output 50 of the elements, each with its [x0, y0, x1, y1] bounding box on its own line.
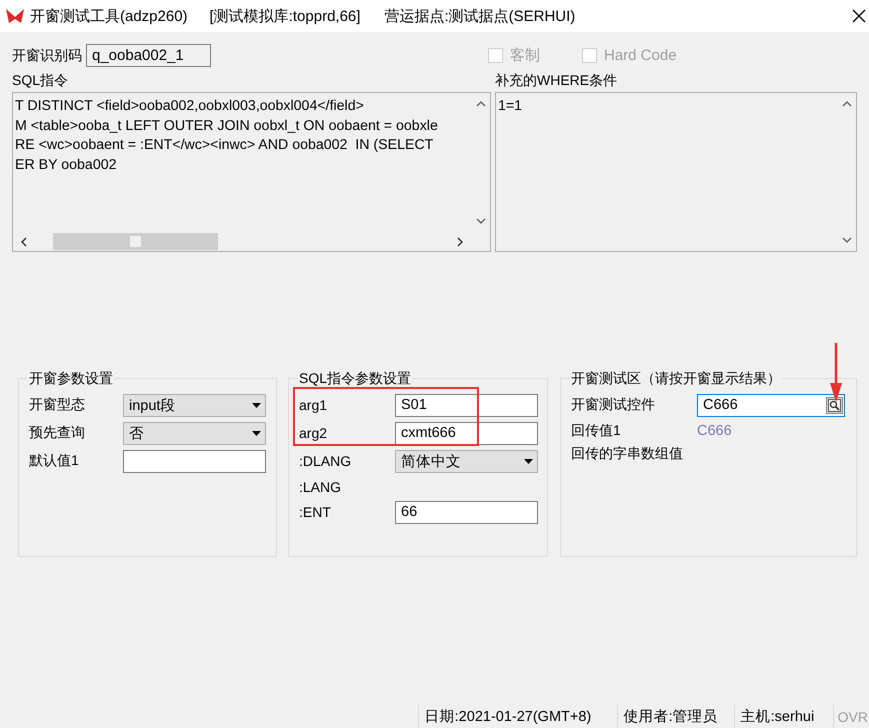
input-field: q_ooba002_1 — [86, 44, 211, 67]
field-label: 开窗识别码 — [12, 46, 82, 64]
sql-text-area[interactable]: T DISTINCT <field>ooba002,oobxl003,oobxl004</field> M <table>ooba_t LEFT OUTER JOIN oobxl_t ON oobaent = oobxle RE <wc>oobaent = :ENT</wc><inwc> AND ooba002 IN (SELECT ER BY ooba002 — [12, 92, 491, 252]
section-label: 补充的WHERE条件 — [495, 72, 618, 90]
field-label: 回传的字串数组值 — [571, 444, 684, 462]
dropdown[interactable]: 简体中文 — [395, 450, 538, 472]
checkbox-label: Hard Code — [604, 47, 677, 64]
where-text-area[interactable]: 1=1 — [495, 92, 857, 252]
field-label: 开窗测试控件 — [571, 396, 656, 414]
scrollbar-thumb[interactable] — [53, 233, 218, 250]
logo-icon — [6, 8, 24, 24]
field-label: :ENT — [299, 504, 332, 520]
code-line: M <table>ooba_t LEFT OUTER JOIN oobxl_t ON oobaent = oobxle — [15, 116, 438, 136]
search-icon — [828, 398, 841, 412]
caret-icon — [252, 402, 261, 408]
group-title: 开窗参数设置 — [28, 369, 114, 387]
field-label: :DLANG — [299, 453, 352, 469]
field-label: 回传值1 — [571, 422, 622, 440]
database-label: [测试模拟库:topprd,66] — [210, 6, 360, 26]
input-field[interactable]: cxmt666 — [395, 422, 538, 444]
group-title: 开窗测试区（请按开窗显示结果） — [570, 369, 782, 387]
return-value: C666 — [697, 422, 732, 438]
site-label: 营运据点:测试据点(SERHUI) — [384, 6, 576, 26]
caret-icon — [252, 430, 261, 436]
dropdown[interactable]: 否 — [123, 422, 266, 444]
status-text: 主机:serhui — [734, 705, 833, 728]
input-field[interactable]: S01 — [395, 394, 538, 416]
search-button[interactable] — [826, 396, 843, 414]
dropdown[interactable]: input段 — [123, 394, 266, 416]
input-field[interactable] — [123, 450, 266, 472]
field-label: arg1 — [299, 397, 328, 413]
checkbox-label: 客制 — [510, 46, 540, 65]
status-text: 使用者:管理员 — [616, 705, 734, 728]
status-text: OVR — [832, 705, 869, 728]
field-label: 预先查询 — [29, 424, 86, 442]
caret-icon — [524, 458, 533, 464]
lookup-field[interactable]: C666 — [697, 394, 845, 416]
section-label: SQL指令 — [12, 72, 70, 90]
code-line: T DISTINCT <field>ooba002,oobxl003,oobxl004</field> — [15, 97, 364, 116]
status-text: 日期:2021-01-27(GMT+8) — [418, 705, 617, 728]
group-title: SQL指令参数设置 — [298, 369, 412, 387]
code-line: 1=1 — [498, 97, 522, 116]
field-label: :LANG — [299, 478, 342, 494]
input-field[interactable]: 66 — [395, 500, 538, 524]
field-label: 开窗型态 — [29, 396, 86, 414]
field-label: arg2 — [299, 425, 328, 441]
code-line: RE <wc>oobaent = :ENT</wc><inwc> AND ooba002 IN (SELECT — [15, 136, 434, 155]
window-title: 开窗测试工具(adzp260) — [30, 6, 188, 26]
field-label: 默认值1 — [29, 452, 80, 470]
code-line: ER BY ooba002 — [15, 156, 116, 174]
